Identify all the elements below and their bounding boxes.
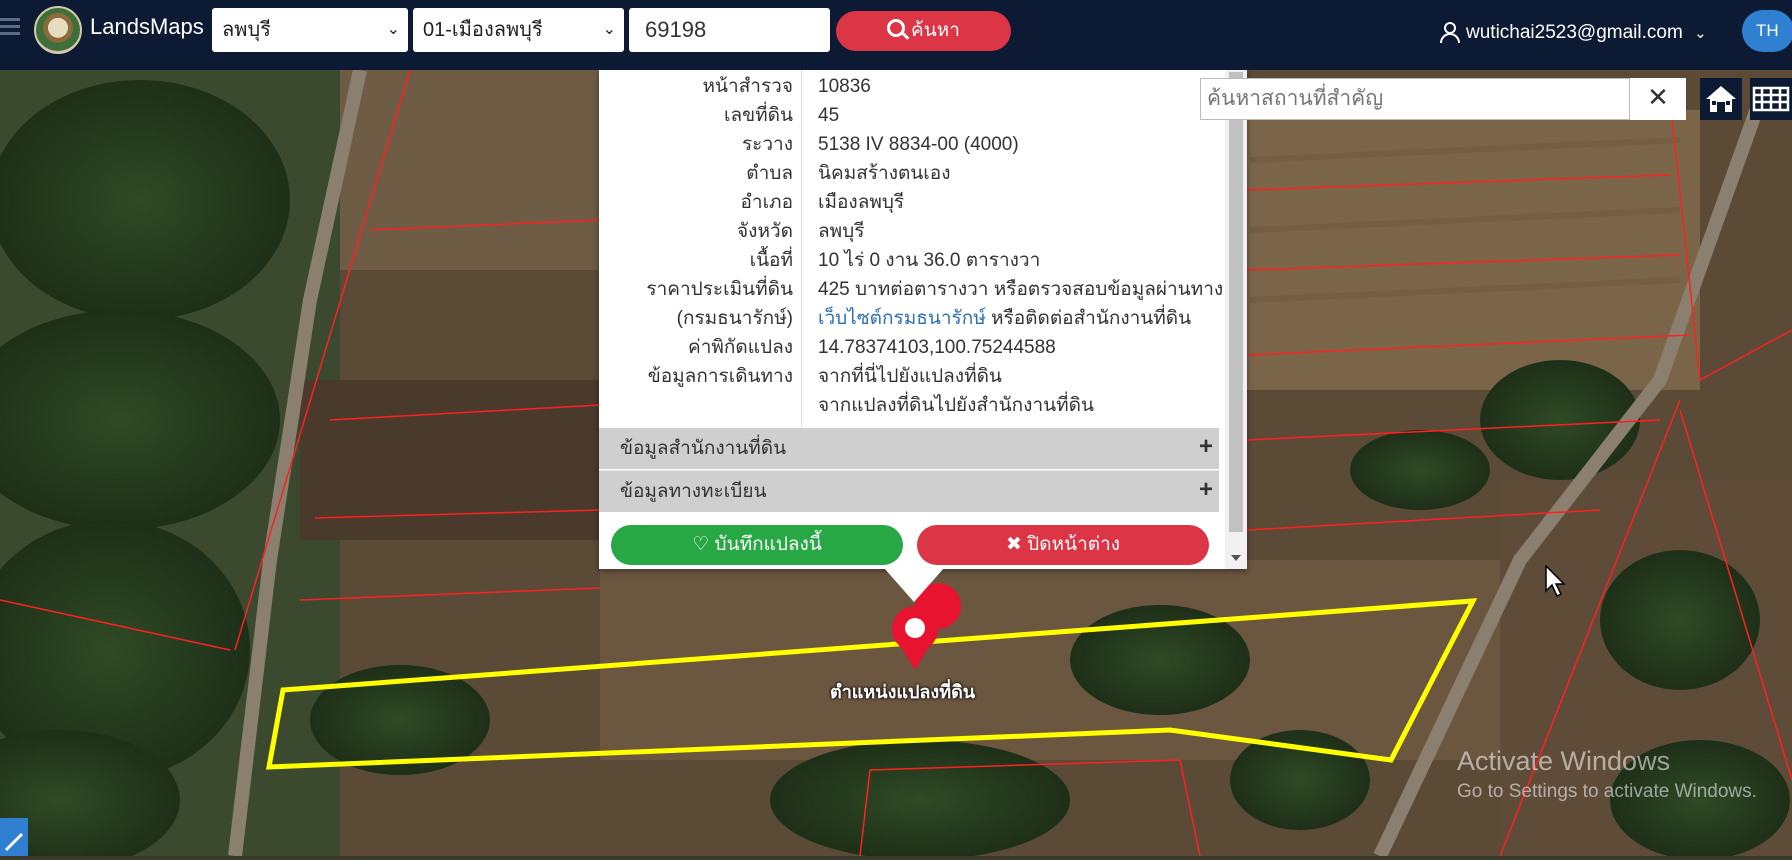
user-menu[interactable]: wutichai2523@gmail.com ⌄ [1438, 18, 1707, 44]
info-value: นิคมสร้างตนเอง [818, 163, 951, 184]
search-button-label: ค้นหา [911, 20, 960, 41]
province-select-value: ลพบุรี [222, 19, 271, 41]
coord-key: ค่าพิกัดแปลง [688, 337, 793, 358]
close-window-button[interactable]: ✖ ปิดหน้าต่าง [917, 525, 1209, 565]
x-icon: ✖ [1005, 534, 1022, 555]
info-row: ตำบล นิคมสร้างตนเอง [599, 159, 1219, 188]
coordinate-link[interactable]: 14.78374103,100.75244588 [818, 333, 1056, 362]
save-button-label: บันทึกแปลงนี้ [714, 534, 822, 555]
info-row: อำเภอ เมืองลพบุรี [599, 188, 1219, 217]
popup-pointer [884, 568, 944, 602]
district-select[interactable]: 01-เมืองลพบุรี ⌄ [413, 8, 624, 52]
travel-row: ข้อมูลการเดินทาง จากที่นี่ไปยังแปลงที่ดิ… [599, 362, 1219, 391]
info-key: เลขที่ดิน [724, 105, 793, 126]
marker-label: ตำแหน่งแปลงที่ดิน [830, 682, 976, 702]
info-row: จังหวัด ลพบุรี [599, 217, 1219, 246]
user-email: wutichai2523@gmail.com [1466, 22, 1683, 43]
price-row: ราคาประเมินที่ดิน 425 บาทต่อตารางวา หรือ… [599, 275, 1223, 304]
info-key: จังหวัด [737, 221, 793, 242]
info-row: เลขที่ดิน 45 [599, 101, 1219, 130]
heart-icon: ♡ [692, 534, 710, 555]
search-button[interactable]: ค้นหา [836, 11, 1011, 51]
accordion-land-office[interactable]: ข้อมูลสำนักงานที่ดิน + [599, 428, 1219, 469]
place-search-input[interactable] [1200, 78, 1630, 120]
price-contact-text: หรือติดต่อสำนักงานที่ดิน [985, 308, 1192, 329]
top-navigation-bar: LandsMaps ลพบุรี ⌄ 01-เมืองลพบุรี ⌄ ค้นห… [0, 0, 1792, 70]
brand-title: LandsMaps [90, 14, 204, 39]
save-parcel-button[interactable]: ♡ บันทึกแปลงนี้ [611, 525, 903, 565]
coord-row: ค่าพิกัดแปลง 14.78374103,100.75244588 [599, 333, 1219, 362]
info-key: อำเภอ [740, 192, 793, 213]
info-value: ลพบุรี [818, 221, 865, 242]
plus-icon: + [1198, 476, 1213, 503]
travel-row-2: จากแปลงที่ดินไปยังสำนักงานที่ดิน [599, 391, 1219, 420]
windows-activation-watermark: Activate Windows Go to Settings to activ… [1457, 746, 1757, 803]
grid-toggle-button[interactable] [1750, 78, 1792, 120]
directions-to-office-link[interactable]: จากแปลงที่ดินไปยังสำนักงานที่ดิน [818, 391, 1094, 420]
parcel-number-input[interactable] [629, 8, 830, 52]
info-row: หน้าสำรวจ 10836 [599, 72, 1219, 101]
district-select-value: 01-เมืองลพบุรี [423, 19, 543, 41]
mouse-cursor-icon [1545, 565, 1566, 598]
home-button[interactable] [1700, 78, 1742, 120]
close-button-label: ปิดหน้าต่าง [1027, 534, 1121, 555]
info-row: เนื้อที่ 10 ไร่ 0 งาน 36.0 ตารางวา [599, 246, 1219, 275]
watermark-subtitle: Go to Settings to activate Windows. [1457, 781, 1757, 802]
info-value: 45 [818, 105, 840, 126]
accordion-registry[interactable]: ข้อมูลทางทะเบียน + [599, 470, 1219, 512]
price-row-2: (กรมธนารักษ์) เว็บไซต์กรมธนารักษ์ หรือติ… [599, 304, 1219, 333]
info-key: หน้าสำรวจ [702, 76, 793, 97]
grid-icon [1752, 86, 1790, 112]
parcel-info-popup: หน้าสำรวจ 10836 เลขที่ดิน 45 ระวาง 5138 … [599, 70, 1247, 569]
chevron-down-icon: ⌄ [1694, 25, 1707, 42]
price-key: ราคาประเมินที่ดิน [646, 279, 793, 300]
close-icon: ✕ [1647, 83, 1669, 113]
info-key: ตำบล [746, 163, 793, 184]
language-button[interactable]: TH [1742, 10, 1792, 52]
price-value-2: เว็บไซต์กรมธนารักษ์ หรือติดต่อสำนักงานที… [818, 304, 1191, 333]
info-key: เนื้อที่ [749, 250, 793, 271]
info-value: 5138 IV 8834-00 (4000) [818, 134, 1019, 155]
menu-icon[interactable] [0, 14, 22, 38]
home-icon [1706, 86, 1736, 112]
edit-tool-button[interactable] [0, 818, 28, 856]
accordion-label: ข้อมูลทางทะเบียน [620, 481, 767, 502]
directions-to-parcel-link[interactable]: จากที่นี่ไปยังแปลงที่ดิน [818, 362, 1002, 391]
clear-search-button[interactable]: ✕ [1630, 78, 1686, 120]
plus-icon: + [1198, 433, 1213, 460]
info-value: 10 ไร่ 0 งาน 36.0 ตารางวา [818, 250, 1041, 271]
travel-key: ข้อมูลการเดินทาง [647, 366, 793, 387]
search-icon [887, 19, 906, 37]
treasury-website-link[interactable]: เว็บไซต์กรมธนารักษ์ [818, 308, 986, 329]
pencil-icon [4, 832, 24, 852]
info-value: เมืองลพบุรี [818, 192, 905, 213]
watermark-title: Activate Windows [1457, 746, 1671, 776]
info-row: ระวาง 5138 IV 8834-00 (4000) [599, 130, 1219, 159]
province-select[interactable]: ลพบุรี ⌄ [212, 8, 408, 52]
accordion-label: ข้อมูลสำนักงานที่ดิน [620, 438, 787, 459]
scroll-down-arrow-icon[interactable] [1231, 555, 1241, 561]
info-value: 10836 [818, 76, 871, 97]
price-value: 425 บาทต่อตารางวา หรือตรวจสอบข้อมูลผ่านท… [818, 279, 1224, 300]
landsmaps-logo [34, 6, 82, 54]
chevron-down-icon: ⌄ [386, 21, 400, 38]
popup-scrollbar[interactable] [1225, 70, 1247, 569]
chevron-down-icon: ⌄ [602, 21, 616, 38]
price-key-sub: (กรมธนารักษ์) [676, 308, 793, 329]
info-key: ระวาง [741, 134, 793, 155]
user-icon [1438, 21, 1460, 43]
scrollbar-thumb[interactable] [1229, 72, 1243, 532]
